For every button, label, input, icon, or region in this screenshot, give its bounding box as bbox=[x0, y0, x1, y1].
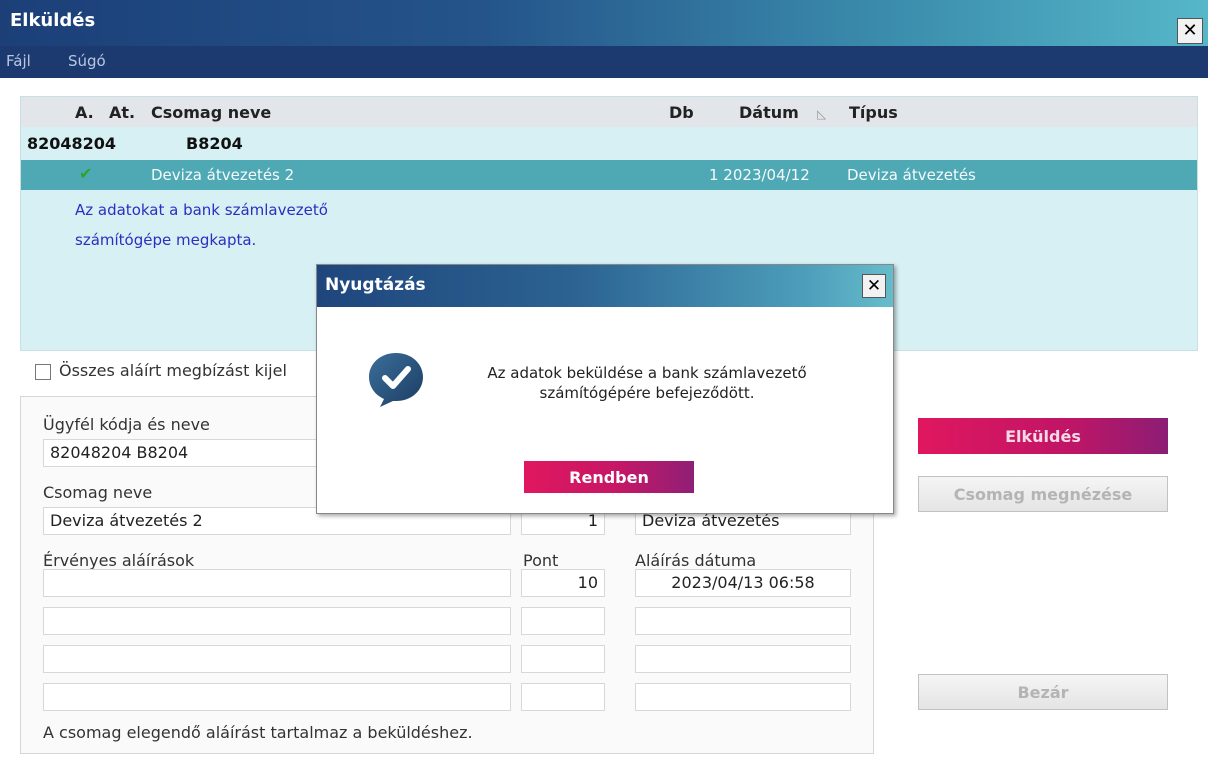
select-all-label: Összes aláírt megbízást kijel bbox=[59, 361, 287, 380]
window-title-bar: Elküldés ✕ bbox=[0, 0, 1208, 46]
row-db-date: 1 2023/04/12 bbox=[709, 166, 810, 184]
status-info-line-1: Az adatokat a bank számlavezető bbox=[75, 201, 328, 219]
signature-date-field: 2023/04/13 06:58 bbox=[635, 569, 851, 597]
group-name: B8204 bbox=[186, 134, 243, 153]
signature-points-field bbox=[521, 607, 605, 635]
window-close-button[interactable]: ✕ bbox=[1177, 18, 1203, 44]
signature-date-field bbox=[635, 645, 851, 673]
column-date[interactable]: Dátum bbox=[739, 103, 799, 122]
status-info-line-2: számítógépe megkapta. bbox=[75, 231, 257, 249]
check-icon: ✔ bbox=[79, 164, 93, 183]
sort-triangle-icon: ◺ bbox=[817, 107, 827, 121]
client-label: Ügyfél kódja és neve bbox=[43, 415, 210, 434]
column-db[interactable]: Db bbox=[669, 103, 694, 122]
dialog-message-line-2: számítógépére befejeződött. bbox=[539, 384, 755, 402]
dialog-message: Az adatok beküldése a bank számlavezető … bbox=[437, 363, 857, 403]
signature-date-field bbox=[635, 607, 851, 635]
view-package-button[interactable]: Csomag megnézése bbox=[918, 476, 1168, 512]
signature-name-field bbox=[43, 607, 511, 635]
signature-name-field bbox=[43, 569, 511, 597]
dialog-close-button[interactable]: ✕ bbox=[862, 274, 886, 298]
menu-bar: Fájl Súgó bbox=[0, 46, 1208, 78]
dialog-title: Nyugtázás bbox=[325, 275, 426, 295]
list-header: A. At. Csomag neve Db Dátum ◺ Típus bbox=[21, 97, 1197, 127]
menu-help[interactable]: Súgó bbox=[68, 52, 106, 70]
package-status-text: A csomag elegendő aláírást tartalmaz a b… bbox=[43, 723, 473, 742]
signature-points-field bbox=[521, 683, 605, 711]
close-button[interactable]: Bezár bbox=[918, 674, 1168, 710]
select-all-checkbox[interactable] bbox=[35, 364, 51, 380]
signature-name-field bbox=[43, 645, 511, 673]
send-button[interactable]: Elküldés bbox=[918, 418, 1168, 454]
menu-file[interactable]: Fájl bbox=[6, 52, 31, 70]
column-type[interactable]: Típus bbox=[849, 103, 898, 122]
column-package-name[interactable]: Csomag neve bbox=[151, 103, 271, 122]
column-at[interactable]: At. bbox=[109, 103, 135, 122]
dialog-message-line-1: Az adatok beküldése a bank számlavezető bbox=[487, 364, 807, 382]
table-row-selected[interactable]: ✔ Deviza átvezetés 2 1 2023/04/12 Deviza… bbox=[21, 160, 1197, 190]
row-type: Deviza átvezetés bbox=[847, 166, 976, 184]
window-title: Elküldés bbox=[10, 10, 96, 31]
signatures-label: Érvényes aláírások bbox=[43, 551, 195, 570]
signature-date-label: Aláírás dátuma bbox=[635, 551, 757, 570]
close-icon: ✕ bbox=[1182, 20, 1198, 41]
package-name-label: Csomag neve bbox=[43, 483, 153, 502]
confirmation-dialog: Nyugtázás ✕ Az adatok beküldése a bank s… bbox=[316, 264, 894, 514]
row-package-name: Deviza átvezetés 2 bbox=[151, 166, 295, 184]
info-check-bubble-icon bbox=[365, 347, 427, 413]
close-icon: ✕ bbox=[866, 275, 882, 296]
signature-name-field bbox=[43, 683, 511, 711]
ok-button[interactable]: Rendben bbox=[524, 461, 694, 493]
signature-points-field: 10 bbox=[521, 569, 605, 597]
points-label: Pont bbox=[523, 551, 559, 570]
signature-points-field bbox=[521, 645, 605, 673]
dialog-title-bar: Nyugtázás ✕ bbox=[317, 265, 893, 307]
signature-date-field bbox=[635, 683, 851, 711]
group-code: 82048204 bbox=[27, 134, 117, 153]
column-a[interactable]: A. bbox=[75, 103, 94, 122]
